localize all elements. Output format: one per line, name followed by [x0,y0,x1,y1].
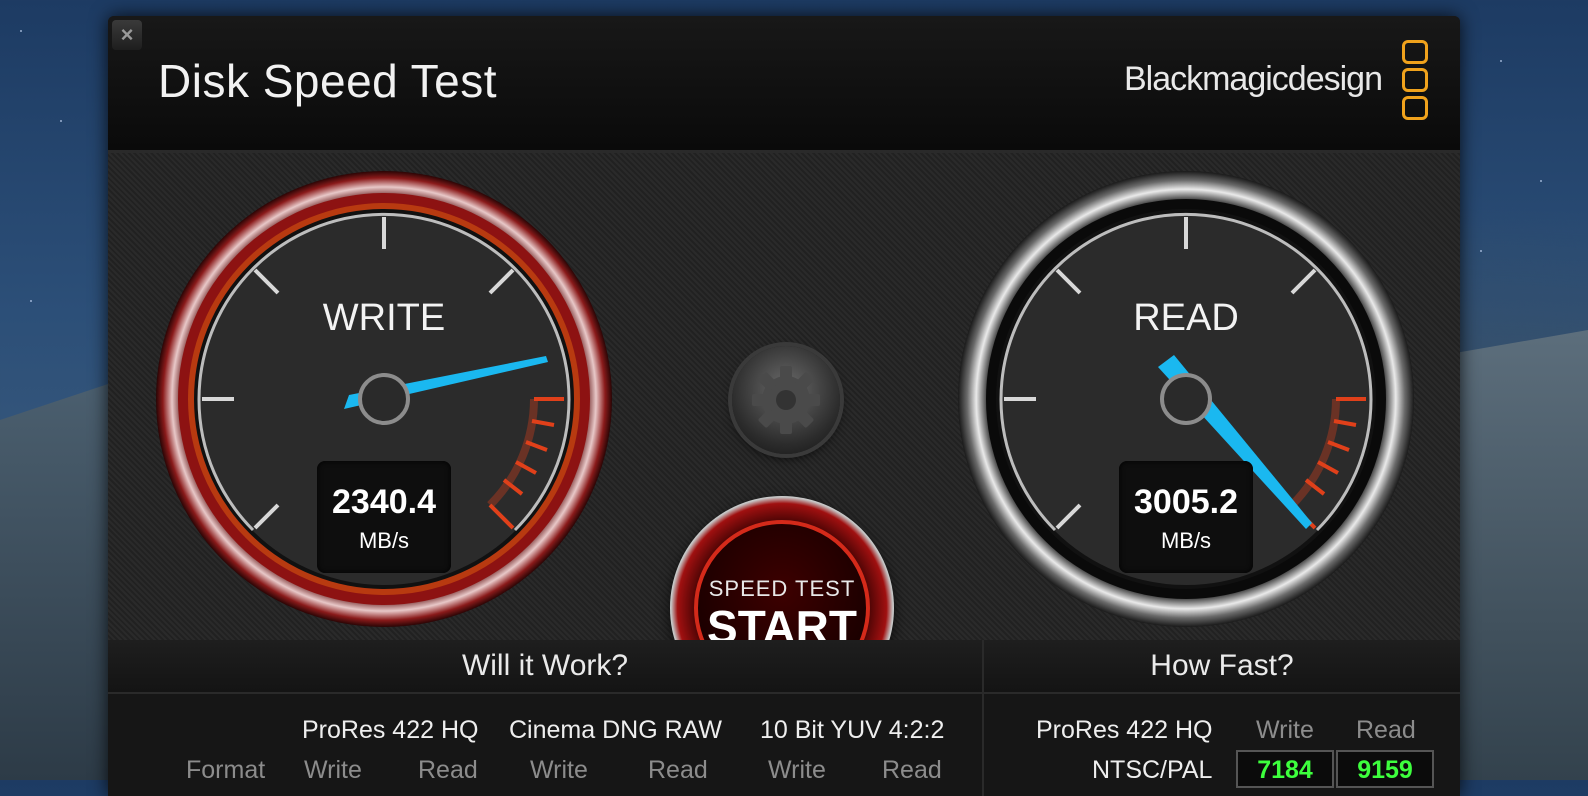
how-fast-write-value: 7184 [1236,750,1334,788]
how-fast-title: How Fast? [984,640,1460,694]
write-gauge-label: WRITE [322,297,446,339]
write-speed-value: 2340.4 [332,483,436,521]
how-fast-read-header: Read [1356,716,1416,744]
gear-icon [752,366,820,434]
landscape-right [1458,330,1588,780]
read-gauge-label: READ [1133,297,1239,339]
dng-write-header: Write [530,756,588,784]
will-it-work-title: Will it Work? [108,640,982,694]
how-fast-codec: ProRes 422 HQ [1036,716,1213,744]
app-title: Disk Speed Test [158,55,498,107]
dng-read-header: Read [648,756,708,784]
format-column-label: Format [186,756,266,784]
write-readout: 2340.4 MB/s [317,461,451,573]
yuv-write-header: Write [768,756,826,784]
close-button[interactable]: × [112,20,142,50]
brand-name: Blackmagicdesign [1123,60,1383,98]
how-fast-row-name: NTSC/PAL [1092,756,1213,784]
yuv-read-header: Read [882,756,942,784]
format-name-prores: ProRes 422 HQ [302,716,479,744]
read-speed-value: 3005.2 [1134,483,1238,521]
landscape-left [0,380,120,780]
prores-write-header: Write [304,756,362,784]
prores-read-header: Read [418,756,478,784]
how-fast-write-header: Write [1256,716,1314,744]
write-speed-unit: MB/s [358,528,410,553]
header-bar: × Disk Speed Test Blackmagicdesign [108,16,1460,153]
disk-speed-test-window: × Disk Speed Test Blackmagicdesign WRITE… [108,16,1460,796]
how-fast-panel: How Fast? ProRes 422 HQ Write Read NTSC/… [984,640,1460,796]
settings-button[interactable] [732,346,840,454]
will-it-work-panel: Will it Work? ProRes 422 HQ Cinema DNG R… [108,640,984,796]
gauge-panel: WRITE 2340.4 MB/s SPEED TEST START READ … [108,153,1460,720]
how-fast-read-value: 9159 [1336,750,1434,788]
start-button-subtitle: SPEED TEST [708,576,856,601]
format-name-yuv: 10 Bit YUV 4:2:2 [760,716,945,744]
read-speed-unit: MB/s [1160,528,1212,553]
read-readout: 3005.2 MB/s [1119,461,1253,573]
blackmagic-logo-icon [1402,40,1428,124]
format-name-cinema-dng: Cinema DNG RAW [509,716,722,744]
